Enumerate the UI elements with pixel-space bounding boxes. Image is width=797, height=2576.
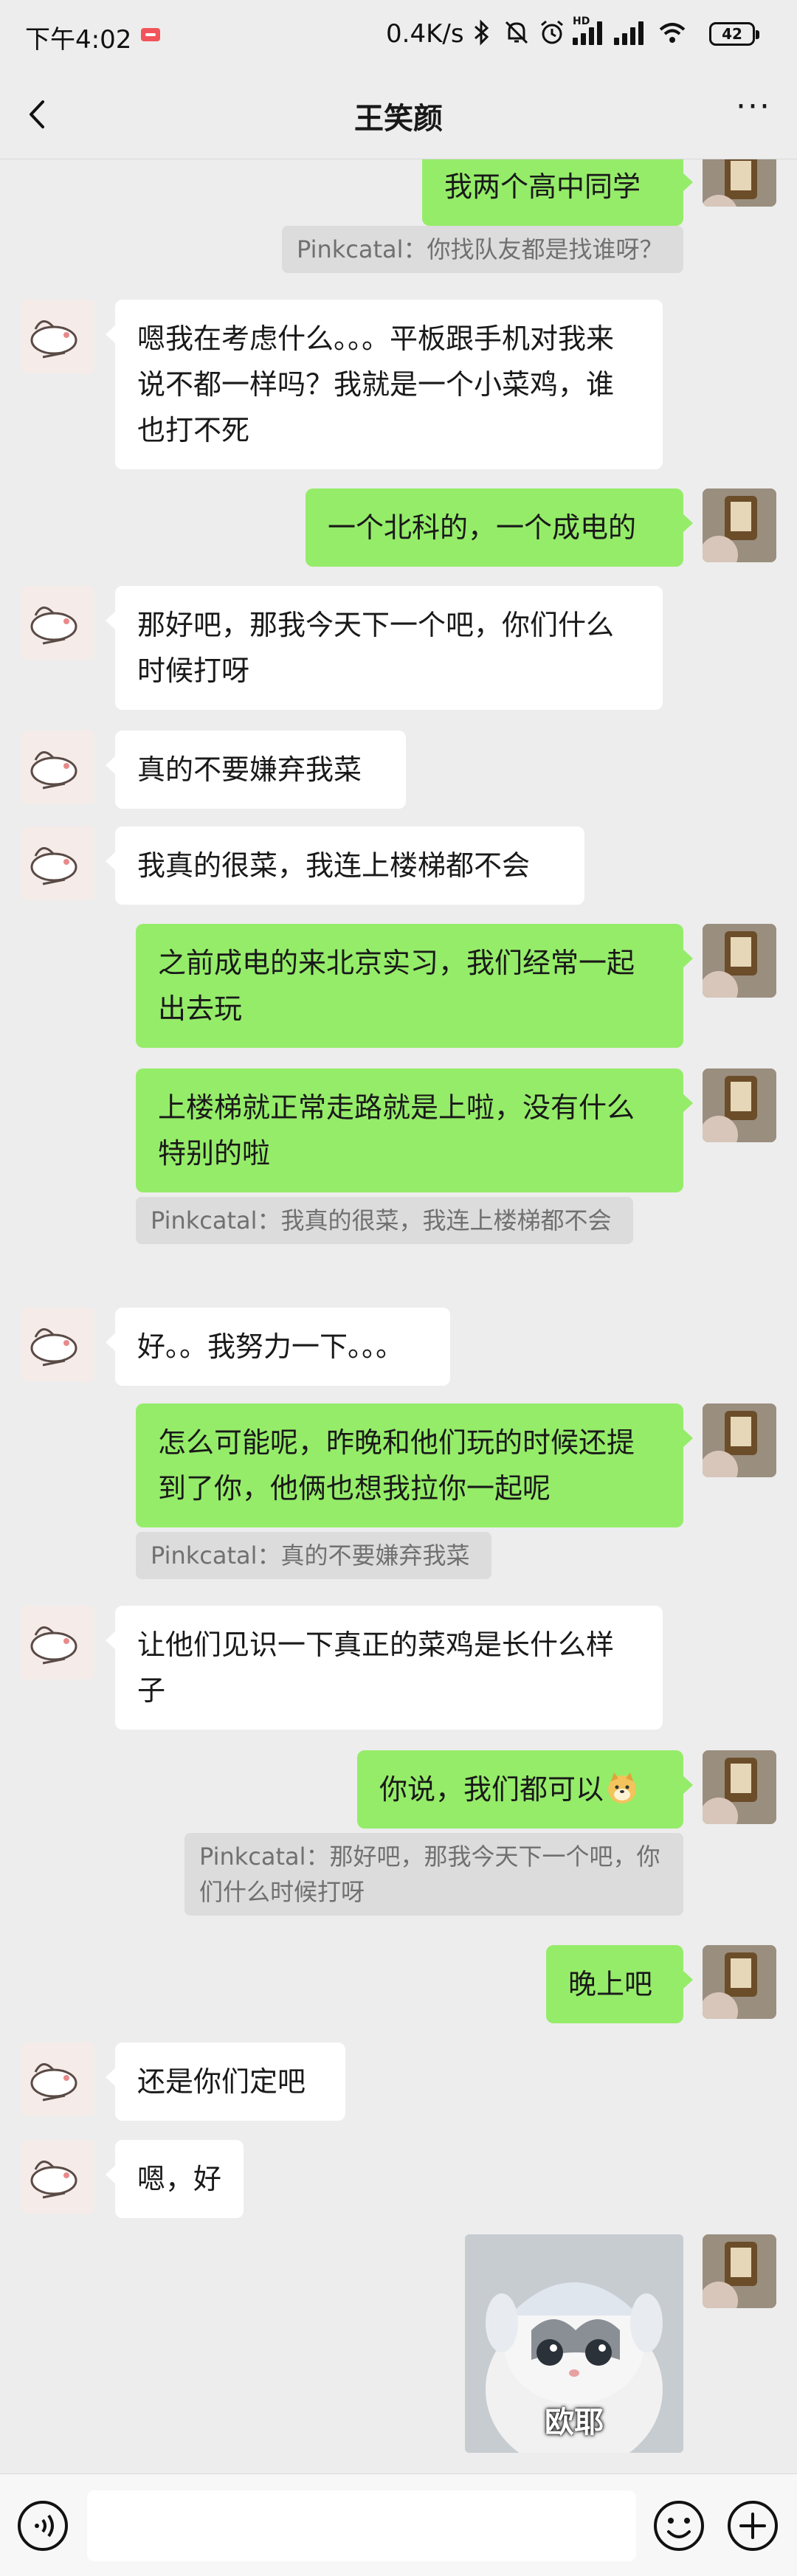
- my-avatar[interactable]: [703, 924, 776, 998]
- message-bubble-received[interactable]: 真的不要嫌弃我菜: [106, 731, 406, 809]
- contact-avatar[interactable]: [21, 2140, 94, 2214]
- my-avatar[interactable]: [703, 488, 776, 562]
- status-bar: 下午4:02 0.4K/s HD 42: [0, 0, 797, 71]
- message-bubble-received[interactable]: 嗯我在考虑什么。。。平板跟手机对我来说不都一样吗？我就是一个小菜鸡，谁也打不死: [106, 300, 663, 469]
- sticker-caption: 欧耶: [545, 2406, 604, 2439]
- status-icons: HD: [466, 15, 689, 49]
- contact-avatar[interactable]: [21, 826, 94, 900]
- contact-avatar[interactable]: [21, 586, 94, 660]
- message-bubble-sent[interactable]: 晚上吧: [546, 1945, 693, 2023]
- message-list[interactable]: 我两个高中同学 Pinkcatal：你找队友都是找谁呀？ 嗯我在考虑什么。。。平…: [0, 159, 797, 2473]
- network-speed: 0.4K/s: [386, 19, 464, 49]
- my-avatar[interactable]: [703, 1750, 776, 1824]
- input-bar: [0, 2473, 797, 2576]
- voice-icon[interactable]: [16, 2499, 69, 2552]
- hd-signal-icon: HD: [573, 15, 608, 45]
- chat-header: 王笑颜 ···: [0, 71, 797, 159]
- more-options-icon[interactable]: ···: [728, 91, 779, 133]
- message-bubble-received[interactable]: 我真的很菜，我连上楼梯都不会: [106, 826, 584, 905]
- contact-avatar[interactable]: [21, 1308, 94, 1381]
- my-avatar[interactable]: [703, 2234, 776, 2308]
- doge-emoji-icon: [605, 1771, 639, 1805]
- message-bubble-sent[interactable]: 之前成电的来北京实习，我们经常一起出去玩: [136, 924, 693, 1048]
- contact-avatar[interactable]: [21, 300, 94, 373]
- message-bubble-sent[interactable]: 你说，我们都可以: [357, 1750, 693, 1829]
- contact-avatar[interactable]: [21, 731, 94, 804]
- message-bubble-received[interactable]: 好。。我努力一下。。。: [106, 1308, 450, 1386]
- mute-bell-icon: [505, 21, 528, 44]
- message-bubble-received[interactable]: 让他们见识一下真正的菜鸡是长什么样子: [106, 1606, 663, 1730]
- signal-icon: [614, 20, 649, 45]
- my-avatar[interactable]: [703, 159, 776, 207]
- message-bubble-received[interactable]: 还是你们定吧: [106, 2043, 345, 2121]
- quoted-reply[interactable]: Pinkcatal：你找队友都是找谁呀？: [282, 226, 683, 273]
- message-bubble-received[interactable]: 嗯，好: [106, 2140, 244, 2218]
- chat-title: 王笑颜: [354, 102, 443, 136]
- battery-icon: 42: [709, 22, 759, 46]
- my-avatar[interactable]: [703, 1068, 776, 1142]
- my-avatar[interactable]: [703, 1945, 776, 2019]
- screen-record-icon: [141, 28, 160, 41]
- message-bubble-received[interactable]: 那好吧，那我今天下一个吧，你们什么时候打呀: [106, 586, 663, 710]
- status-time: 下午4:02: [25, 25, 132, 55]
- contact-avatar[interactable]: [21, 1606, 94, 1679]
- quoted-reply[interactable]: Pinkcatal：我真的很菜，我连上楼梯都不会: [136, 1197, 633, 1244]
- wifi-icon: [659, 23, 686, 43]
- plus-icon[interactable]: [726, 2499, 779, 2552]
- message-bubble-sent[interactable]: 我两个高中同学: [422, 159, 693, 226]
- message-input[interactable]: [87, 2490, 636, 2561]
- message-text: 你说，我们都可以: [379, 1773, 604, 1806]
- sticker-image[interactable]: 欧耶: [465, 2234, 683, 2453]
- quoted-reply[interactable]: Pinkcatal：那好吧，那我今天下一个吧，你们什么时候打呀: [184, 1833, 683, 1916]
- message-bubble-sent[interactable]: 上楼梯就正常走路就是上啦，没有什么特别的啦: [136, 1068, 693, 1192]
- my-avatar[interactable]: [703, 1403, 776, 1477]
- alarm-icon: [541, 20, 563, 44]
- contact-avatar[interactable]: [21, 2043, 94, 2116]
- quoted-reply[interactable]: Pinkcatal：真的不要嫌弃我菜: [136, 1532, 491, 1579]
- message-bubble-sent[interactable]: 怎么可能呢，昨晚和他们玩的时候还提到了你，他俩也想我拉你一起呢: [136, 1403, 693, 1527]
- emoji-icon[interactable]: [652, 2499, 705, 2552]
- message-bubble-sent[interactable]: 一个北科的，一个成电的: [306, 488, 693, 567]
- bluetooth-icon: [475, 19, 489, 46]
